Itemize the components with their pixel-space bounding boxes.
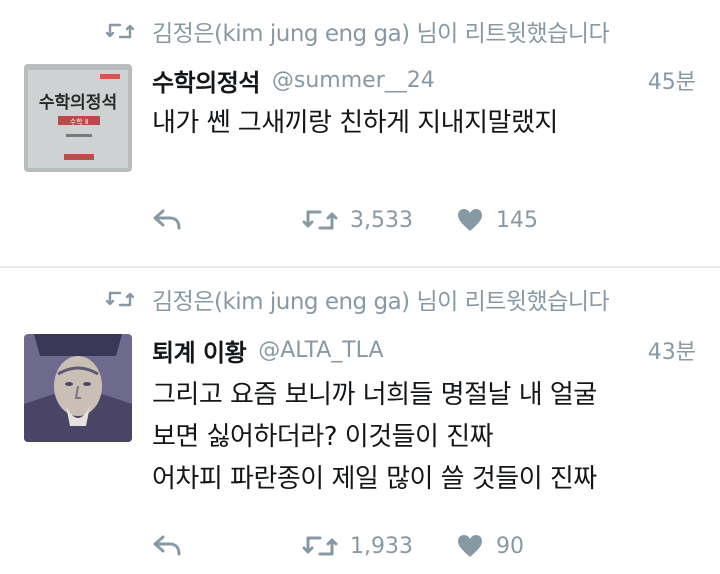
retweet-icon (106, 23, 134, 39)
heart-icon (458, 535, 482, 557)
retweet-icon (106, 291, 134, 307)
like-count: 145 (496, 207, 538, 233)
like-count: 90 (496, 533, 524, 559)
retweet-count: 3,533 (350, 207, 413, 233)
tweet-1[interactable]: 김정은(kim jung eng ga) 님이 리트윗했습니다 수학의정석 수학… (0, 0, 720, 266)
book-subtitle: 수학 Ⅱ (70, 117, 89, 126)
display-name[interactable]: 수학의정석 (152, 63, 260, 98)
tweet-text: 그리고 요즘 보니까 너희들 명절날 내 얼굴 보면 싫어하더라? 이것들이 진… (152, 374, 712, 500)
retweet-button[interactable]: 3,533 (302, 202, 413, 238)
tweet-actions: 1,933 90 (152, 528, 712, 564)
timestamp[interactable]: 43분 (648, 334, 696, 366)
reply-icon (153, 209, 181, 230)
retweet-icon (302, 210, 338, 230)
reply-button[interactable] (152, 202, 182, 238)
timestamp[interactable]: 45분 (648, 64, 696, 96)
retweet-notice: 김정은(kim jung eng ga) 님이 리트윗했습니다 (106, 14, 610, 48)
retweet-count: 1,933 (350, 533, 413, 559)
tweet-actions: 3,533 145 (152, 202, 712, 238)
retweet-notice: 김정은(kim jung eng ga) 님이 리트윗했습니다 (106, 282, 610, 316)
retweet-notice-text: 김정은(kim jung eng ga) 님이 리트윗했습니다 (152, 21, 610, 47)
tweet-text-line: 어차피 파란종이 제일 많이 쓸 것들이 진짜 (152, 464, 597, 494)
retweet-notice-text: 김정은(kim jung eng ga) 님이 리트윗했습니다 (152, 289, 610, 315)
tweet-text: 내가 쎈 그새끼랑 친하게 지내지말랬지 (152, 102, 712, 144)
portrait-image (24, 334, 132, 442)
avatar[interactable] (24, 334, 132, 442)
tweet-2[interactable]: 김정은(kim jung eng ga) 님이 리트윗했습니다 퇴계 이황 @A… (0, 268, 720, 574)
retweet-icon (302, 536, 338, 556)
user-handle[interactable]: @ALTA_TLA (258, 338, 383, 363)
tweet-text-line: 내가 쎈 그새끼랑 친하게 지내지말랬지 (152, 108, 558, 138)
tweet-header: 퇴계 이황 @ALTA_TLA 43분 (152, 332, 696, 368)
tweet-header: 수학의정석 @summer__24 45분 (152, 62, 696, 98)
tweet-text-line: 보면 싫어하더라? 이것들이 진짜 (152, 422, 494, 452)
like-button[interactable]: 90 (456, 528, 524, 564)
reply-icon (153, 535, 181, 556)
avatar[interactable]: 수학의정석 수학 Ⅱ (24, 64, 132, 172)
like-button[interactable]: 145 (456, 202, 538, 238)
book-cover-image: 수학의정석 수학 Ⅱ (24, 64, 132, 172)
user-handle[interactable]: @summer__24 (272, 68, 435, 93)
reply-button[interactable] (152, 528, 182, 564)
heart-icon (458, 209, 482, 231)
retweet-button[interactable]: 1,933 (302, 528, 413, 564)
tweet-text-line: 그리고 요즘 보니까 너희들 명절날 내 얼굴 (152, 380, 597, 410)
display-name[interactable]: 퇴계 이황 (152, 333, 247, 368)
book-title: 수학의정석 (39, 93, 117, 113)
